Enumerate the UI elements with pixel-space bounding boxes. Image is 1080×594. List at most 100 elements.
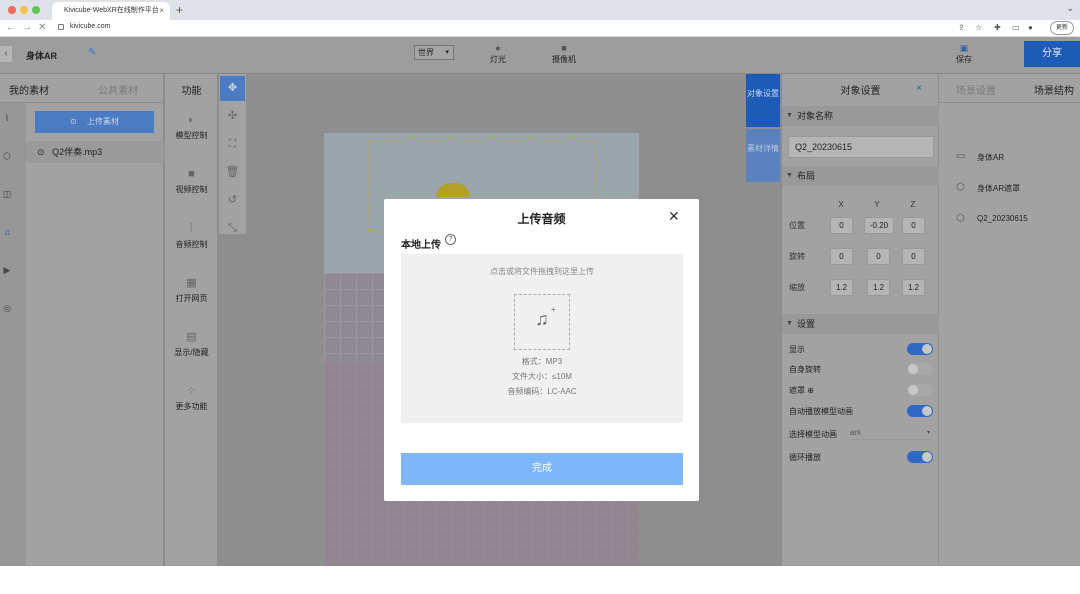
save-label: 保存 bbox=[956, 55, 972, 64]
show-hide-label: 显示/隐藏 bbox=[174, 348, 209, 357]
delete-icon[interactable]: 🗑 bbox=[220, 160, 245, 185]
share-button[interactable]: 分享 bbox=[1024, 41, 1080, 67]
axis-x-label: X bbox=[838, 200, 844, 209]
position-z-input[interactable]: 0 bbox=[902, 217, 925, 234]
scene-item[interactable]: ▭ 身体AR bbox=[956, 151, 1004, 163]
sidebar-icon[interactable]: ▭ bbox=[1012, 23, 1020, 32]
toggle-knob bbox=[908, 385, 918, 395]
url-field[interactable]: kivicube.com bbox=[70, 23, 110, 30]
object-settings-panel: 对象设置 × ▼ 对象名称 Q2_20230615 ▼ 布局 X Y Z 位置 … bbox=[781, 74, 939, 566]
close-window-dot[interactable] bbox=[8, 6, 16, 14]
fullscreen-icon[interactable]: ⤡ bbox=[220, 216, 245, 241]
close-icon[interactable]: × bbox=[916, 83, 922, 94]
tab-search-icon[interactable]: ⌄ bbox=[1066, 3, 1074, 14]
audio-control-label: 音频控制 bbox=[175, 240, 208, 249]
profile-icon[interactable]: ● bbox=[1028, 23, 1033, 32]
open-webpage-label: 打开网页 bbox=[175, 294, 208, 303]
bookmark-star-icon[interactable]: ☆ bbox=[975, 23, 982, 32]
scene-item[interactable]: ⬡ 身体AR遮罩 bbox=[956, 182, 1020, 194]
save-icon: ▣ bbox=[959, 43, 969, 53]
position-y-input[interactable]: -0.20 bbox=[864, 217, 894, 234]
tab-object-settings[interactable]: 对象设置 bbox=[746, 74, 780, 127]
scale-z-input[interactable]: 1.2 bbox=[902, 279, 925, 296]
settings-section-header[interactable]: ▼ 设置 bbox=[782, 314, 939, 334]
share-page-icon[interactable]: ⇪ bbox=[958, 23, 965, 32]
tab-my-materials[interactable]: 我的素材 bbox=[9, 82, 49, 97]
scale-icon[interactable]: ⛶ bbox=[220, 132, 245, 157]
forward-icon[interactable]: → bbox=[22, 22, 32, 33]
more-functions-item[interactable]: ⁘ 更多功能 bbox=[165, 384, 218, 412]
rotate-icon[interactable]: ✣ bbox=[220, 104, 245, 129]
back-icon[interactable]: ← bbox=[6, 22, 16, 33]
tab-material-details[interactable]: 素材详情 bbox=[746, 129, 780, 182]
maximize-window-dot[interactable] bbox=[32, 6, 40, 14]
rotation-x-input[interactable]: 0 bbox=[830, 248, 853, 265]
position-x-input[interactable]: 0 bbox=[830, 217, 853, 234]
anim-select[interactable]: ani ▾ bbox=[850, 426, 932, 440]
scale-x-input[interactable]: 1.2 bbox=[830, 279, 853, 296]
feedback-icon[interactable]: ✎ bbox=[88, 47, 96, 58]
browser-tab[interactable]: Kivicube-WebXR在线制作平台 × bbox=[52, 2, 170, 20]
undo-icon[interactable]: ↺ bbox=[220, 188, 245, 213]
scene-item[interactable]: ⬡ Q2_20230615 bbox=[956, 213, 1028, 224]
model-control-item[interactable]: ◐ 模型控制 bbox=[165, 114, 218, 141]
save-button[interactable]: ▣ 保存 bbox=[956, 43, 972, 65]
light-button[interactable]: ● 灯光 bbox=[490, 43, 506, 65]
help-icon[interactable]: ? bbox=[445, 234, 456, 245]
toggle-knob bbox=[922, 344, 932, 354]
upload-material-button[interactable]: ⊙ 上传素材 bbox=[35, 111, 154, 133]
update-button[interactable]: 更新 bbox=[1049, 21, 1074, 35]
loop-toggle[interactable] bbox=[907, 451, 933, 463]
add-audio-box[interactable]: ♫ + bbox=[514, 294, 570, 350]
list-item[interactable]: ⊙ Q2伴奏.mp3 bbox=[26, 141, 164, 163]
rotation-z-input[interactable]: 0 bbox=[902, 248, 925, 265]
info-icon[interactable]: ⊕ bbox=[807, 386, 814, 395]
move-icon[interactable]: ✥ bbox=[220, 76, 245, 101]
chevron-down-icon: ▼ bbox=[786, 172, 793, 179]
autoplay-toggle[interactable] bbox=[907, 405, 933, 417]
transform-toolbar: ✥ ✣ ⛶ 🗑 ↺ ⤡ bbox=[219, 74, 246, 234]
site-info-icon[interactable] bbox=[58, 24, 64, 30]
layout-section-header[interactable]: ▼ 布局 bbox=[782, 166, 939, 186]
scene-panel: 场景设置 场景结构 ▭ 身体AR ⬡ 身体AR遮罩 ⬡ Q2_20230615 bbox=[939, 74, 1080, 566]
scale-y-input[interactable]: 1.2 bbox=[867, 279, 890, 296]
position-label: 位置 bbox=[789, 221, 805, 230]
panorama-icon[interactable]: ◎ bbox=[0, 303, 14, 314]
upload-dropzone[interactable]: 点击或将文件拖拽到这里上传 ♫ + 格式：MP3 文件大小：≤10M 音频编码：… bbox=[401, 254, 683, 423]
mask-toggle[interactable] bbox=[907, 384, 933, 396]
done-button[interactable]: 完成 bbox=[401, 453, 683, 485]
music-icon[interactable]: ♫ bbox=[0, 227, 14, 237]
plus-icon: + bbox=[551, 305, 556, 314]
cube-icon[interactable]: ⬡ bbox=[0, 151, 14, 162]
world-select[interactable]: 世界 ▾ bbox=[414, 45, 454, 60]
video-icon[interactable]: ▶ bbox=[0, 265, 14, 276]
back-button[interactable]: ‹ bbox=[0, 46, 12, 62]
self-rotate-toggle[interactable] bbox=[907, 363, 933, 375]
reload-icon[interactable]: ✕ bbox=[38, 22, 46, 33]
camera-label: 摄像机 bbox=[552, 55, 576, 64]
object-name-input[interactable]: Q2_20230615 bbox=[788, 136, 934, 158]
new-tab-icon[interactable]: + bbox=[176, 3, 183, 17]
cube-icon: ⬡ bbox=[956, 213, 965, 224]
tab-scene-settings[interactable]: 场景设置 bbox=[956, 82, 996, 97]
video-control-item[interactable]: ■ 视频控制 bbox=[165, 168, 218, 195]
name-section-header[interactable]: ▼ 对象名称 bbox=[782, 106, 939, 126]
show-hide-item[interactable]: ▤ 显示/隐藏 bbox=[165, 330, 218, 358]
camera-button[interactable]: ■ 摄像机 bbox=[552, 43, 576, 65]
minimize-window-dot[interactable] bbox=[20, 6, 28, 14]
tab-scene-structure[interactable]: 场景结构 bbox=[1034, 82, 1074, 97]
ar-icon[interactable]: ◫ bbox=[0, 189, 14, 200]
loop-label: 循环播放 bbox=[789, 453, 821, 462]
audio-control-item[interactable]: ⦙ 音频控制 bbox=[165, 222, 218, 250]
play-icon[interactable]: ⊙ bbox=[37, 147, 45, 157]
scene-item-label: Q2_20230615 bbox=[977, 214, 1028, 223]
close-icon[interactable]: ✕ bbox=[668, 208, 680, 225]
tab-public-materials[interactable]: 公共素材 bbox=[98, 82, 138, 97]
open-webpage-item[interactable]: ▦ 打开网页 bbox=[165, 276, 218, 304]
more-icon: ⁘ bbox=[186, 385, 197, 397]
show-toggle[interactable] bbox=[907, 343, 933, 355]
extensions-icon[interactable]: ✚ bbox=[994, 23, 1001, 32]
rotation-y-input[interactable]: 0 bbox=[867, 248, 890, 265]
tab-close-icon[interactable]: × bbox=[159, 2, 164, 20]
chart-icon[interactable]: ⌇ bbox=[0, 113, 14, 124]
